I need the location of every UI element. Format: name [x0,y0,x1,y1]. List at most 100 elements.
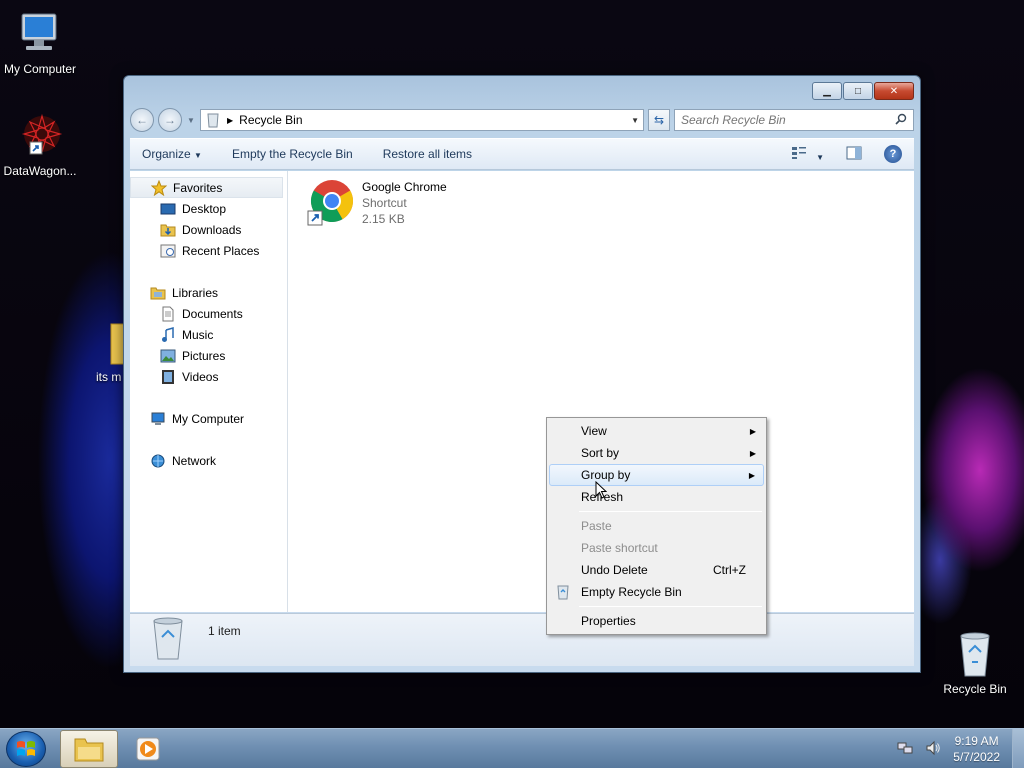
nav-my-computer[interactable]: My Computer [130,408,287,429]
search-icon[interactable] [895,113,907,128]
close-icon: ✕ [889,85,899,97]
explorer-body: Favorites Desktop Downloads Recent Place… [130,171,914,612]
search-input[interactable] [681,113,895,127]
videos-icon [160,369,176,385]
forward-arrow-icon: → [164,113,176,127]
organize-button[interactable]: Organize ▼ [142,147,202,161]
desktop-icon-recycle-bin[interactable]: Recycle Bin [935,630,1015,696]
forward-button[interactable]: → [158,108,182,132]
command-bar: Organize ▼ Empty the Recycle Bin Restore… [130,138,914,170]
computer-icon [16,10,64,58]
nav-pictures[interactable]: Pictures [130,345,287,366]
network-icon [150,453,166,469]
caption-buttons: ▁ □ ✕ [812,82,914,100]
network-tray-icon[interactable] [897,740,913,759]
desktop-icon-datawagon[interactable]: DataWagon... [0,112,80,178]
nav-downloads[interactable]: Downloads [130,219,287,240]
restore-all-button[interactable]: Restore all items [383,147,472,161]
chevron-down-icon: ▼ [816,152,824,162]
taskbar-explorer-button[interactable] [60,730,118,768]
empty-recycle-bin-button[interactable]: Empty the Recycle Bin [232,147,353,161]
address-bar[interactable]: ▶ Recycle Bin ▼ [200,109,644,131]
menu-item-empty-recycle-bin[interactable]: Empty Recycle Bin [549,581,764,603]
nav-documents[interactable]: Documents [130,303,287,324]
recycle-bin-small-icon [205,112,221,128]
menu-label: View [581,424,607,438]
nav-label: Pictures [182,348,226,363]
preview-pane-button[interactable] [846,146,862,163]
menu-shortcut: Ctrl+Z [713,563,746,577]
volume-icon[interactable] [925,740,941,759]
change-view-button[interactable]: ▼ [791,146,824,163]
menu-label: Undo Delete [581,563,648,577]
nav-label: My Computer [172,411,245,426]
search-box[interactable] [674,109,914,131]
preview-pane-icon [846,146,862,159]
refresh-icon: ⇆ [653,113,665,127]
help-button[interactable]: ? [884,145,902,163]
nav-label: Videos [182,369,219,384]
menu-label: Group by [581,468,631,482]
start-button[interactable] [6,731,46,767]
menu-item-undo-delete[interactable]: Undo Delete Ctrl+Z [549,559,764,581]
menu-label: Properties [581,614,636,628]
item-count: 1 item [208,624,241,638]
minimize-button[interactable]: ▁ [812,82,842,100]
menu-item-properties[interactable]: Properties [549,610,764,632]
music-icon [160,326,176,343]
chrome-icon [306,179,354,227]
chevron-down-icon: ▼ [194,151,202,160]
close-button[interactable]: ✕ [874,82,914,100]
mouse-cursor-icon [595,480,608,502]
view-options-icon [791,146,810,163]
organize-label: Organize [142,147,191,161]
system-tray: 9:19 AM 5/7/2022 [897,729,1024,768]
nav-desktop[interactable]: Desktop [130,198,287,219]
nav-label: Network [172,453,217,468]
back-button[interactable]: ← [130,108,154,132]
documents-icon [160,306,176,322]
media-player-icon [136,737,160,761]
nav-favorites[interactable]: Favorites [130,177,283,198]
nav-videos[interactable]: Videos [130,366,287,387]
recent-pages-dropdown[interactable]: ▼ [186,116,196,125]
file-name: Google Chrome [362,180,447,194]
refresh-button[interactable]: ⇆ [648,109,670,131]
show-desktop-button[interactable] [1012,729,1024,768]
menu-label: Paste shortcut [581,541,658,555]
menu-separator [579,606,762,607]
taskbar-media-player-button[interactable] [122,730,174,768]
clock-time: 9:19 AM [954,734,999,748]
desktop-icon-my-computer[interactable]: My Computer [0,10,80,76]
file-type: Shortcut [362,196,407,210]
submenu-arrow-icon: ▶ [749,448,756,458]
nav-label: Music [182,327,214,342]
breadcrumb[interactable]: Recycle Bin [239,113,625,127]
details-pane: 1 item [130,613,914,666]
nav-recent-places[interactable]: Recent Places [130,240,287,261]
menu-item-refresh[interactable]: Refresh [549,486,764,508]
taskbar: 9:19 AM 5/7/2022 [0,728,1024,768]
nav-network[interactable]: Network [130,450,287,471]
menu-item-group-by[interactable]: Group by ▶ [549,464,764,486]
menu-label: Empty Recycle Bin [581,585,682,599]
downloads-folder-icon [160,222,176,238]
nav-libraries[interactable]: Libraries [130,282,287,303]
nav-label: Recent Places [182,243,260,258]
nav-label: Libraries [172,285,219,300]
nav-music[interactable]: Music [130,324,287,345]
explorer-window: ▁ □ ✕ ← → ▼ ▶ Recycle Bin ▼ ⇆ Organize ▼… [123,75,921,673]
navigation-bar: ← → ▼ ▶ Recycle Bin ▼ ⇆ [130,106,914,134]
help-icon: ? [889,148,897,160]
maximize-icon: □ [854,85,862,97]
maximize-button[interactable]: □ [843,82,873,100]
clock[interactable]: 9:19 AM 5/7/2022 [953,733,1000,765]
breadcrumb-arrow-icon[interactable]: ▶ [227,116,233,125]
star-icon [150,179,168,196]
file-item-google-chrome[interactable]: Google Chrome Shortcut 2.15 KB [306,179,447,227]
recent-places-icon [160,243,176,259]
address-dropdown-icon[interactable]: ▼ [631,116,639,125]
recycle-bin-large-icon [150,617,186,664]
menu-item-view[interactable]: View ▶ [549,420,764,442]
menu-item-sort-by[interactable]: Sort by ▶ [549,442,764,464]
